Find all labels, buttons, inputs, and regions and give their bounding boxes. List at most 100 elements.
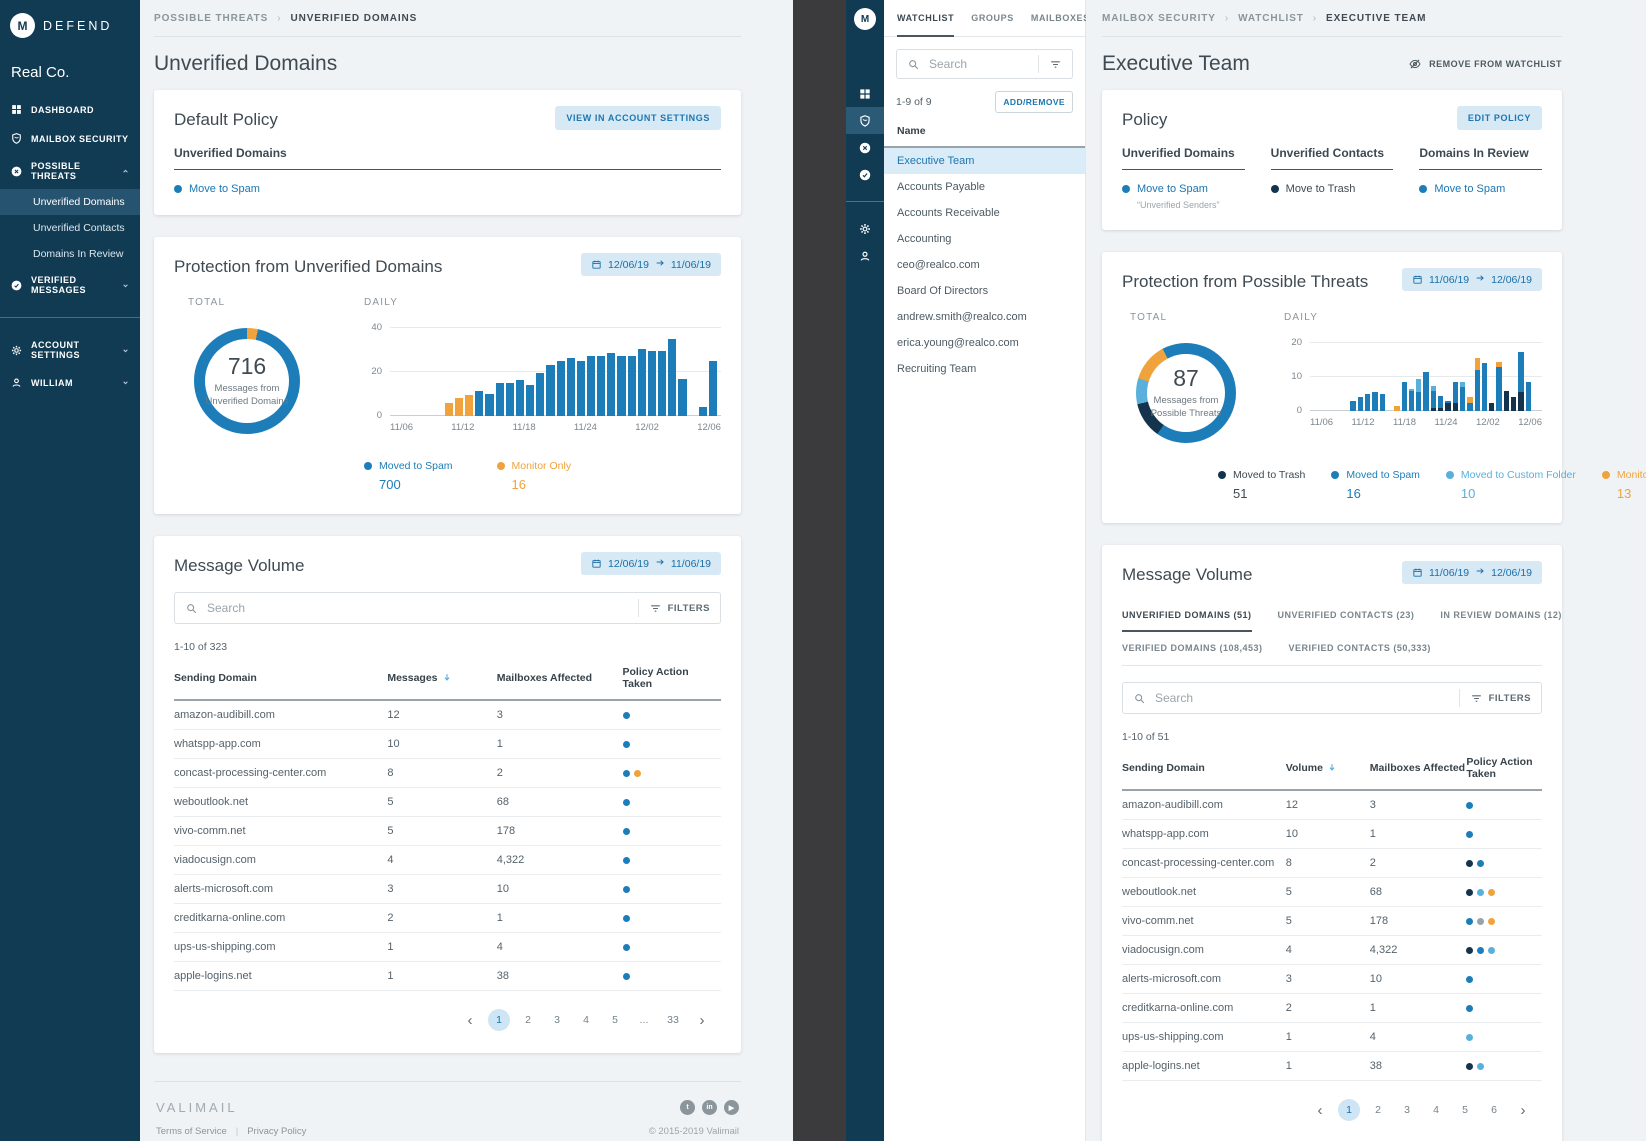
- list-item[interactable]: Executive Team: [884, 148, 1085, 174]
- tab-watchlist[interactable]: WATCHLIST: [897, 0, 954, 37]
- table-row[interactable]: ups-us-shipping.com14: [1122, 1023, 1542, 1052]
- sidebar-item-possible-threats[interactable]: POSSIBLE THREATS: [0, 153, 140, 189]
- grid-icon[interactable]: [846, 80, 884, 107]
- shield-icon[interactable]: [846, 107, 884, 134]
- tab-groups[interactable]: GROUPS: [971, 0, 1014, 37]
- list-item[interactable]: Recruiting Team: [884, 356, 1085, 382]
- search-input[interactable]: [207, 601, 628, 615]
- table-row[interactable]: weboutlook.net568: [174, 788, 721, 817]
- sidebar-subitem[interactable]: Domains In Review: [0, 241, 140, 267]
- x-circle-icon[interactable]: [846, 134, 884, 161]
- page-button-5[interactable]: 5: [1454, 1099, 1476, 1121]
- remove-from-watchlist-button[interactable]: REMOVE FROM WATCHLIST: [1408, 57, 1562, 71]
- column-header-volume[interactable]: Volume: [1286, 747, 1370, 790]
- column-header-sending-domain: Sending Domain: [1122, 747, 1286, 790]
- table-row[interactable]: alerts-microsoft.com310: [174, 875, 721, 904]
- person-icon[interactable]: [846, 242, 884, 269]
- list-item[interactable]: Accounting: [884, 226, 1085, 252]
- page-button-6[interactable]: 6: [1483, 1099, 1505, 1121]
- list-item[interactable]: erica.young@realco.com: [884, 330, 1085, 356]
- page-button-3[interactable]: 3: [546, 1009, 568, 1031]
- edit-policy-button[interactable]: EDIT POLICY: [1457, 106, 1542, 130]
- page-button-4[interactable]: 4: [575, 1009, 597, 1031]
- previous-page-button[interactable]: ‹: [459, 1009, 481, 1031]
- youtube-icon[interactable]: ▶: [724, 1100, 739, 1115]
- page-button-33[interactable]: 33: [662, 1009, 684, 1031]
- table-row[interactable]: viadocusign.com44,322: [1122, 936, 1542, 965]
- list-item[interactable]: Board Of Directors: [884, 278, 1085, 304]
- gear-icon[interactable]: [846, 215, 884, 242]
- table-row[interactable]: alerts-microsoft.com310: [1122, 965, 1542, 994]
- sidebar-subitem[interactable]: Unverified Domains: [0, 189, 140, 215]
- date-range-picker[interactable]: 11/06/19 12/06/19: [1402, 561, 1542, 584]
- list-item[interactable]: ceo@realco.com: [884, 252, 1085, 278]
- date-range-picker[interactable]: 11/06/19 12/06/19: [1402, 268, 1542, 291]
- breadcrumb-item[interactable]: EXECUTIVE TEAM: [1326, 13, 1426, 24]
- sidebar-item-dashboard[interactable]: DASHBOARD: [0, 95, 140, 124]
- bar: [485, 328, 493, 416]
- page-button-2[interactable]: 2: [1367, 1099, 1389, 1121]
- tab-mailboxes[interactable]: MAILBOXES: [1031, 0, 1090, 37]
- filters-button[interactable]: FILTERS: [1470, 692, 1531, 705]
- table-row[interactable]: viadocusign.com44,322: [174, 846, 721, 875]
- table-row[interactable]: whatspp-app.com101: [1122, 820, 1542, 849]
- sidebar-subitem[interactable]: Unverified Contacts: [0, 215, 140, 241]
- tab-unverified-contacts-23-[interactable]: UNVERIFIED CONTACTS (23): [1278, 599, 1415, 632]
- linkedin-icon[interactable]: in: [702, 1100, 717, 1115]
- table-row[interactable]: ups-us-shipping.com14: [174, 933, 721, 962]
- check-circle-icon[interactable]: [846, 161, 884, 188]
- page-button-5[interactable]: 5: [604, 1009, 626, 1031]
- breadcrumb-separator: ›: [1225, 13, 1229, 24]
- twitter-icon[interactable]: t: [680, 1100, 695, 1115]
- table-row[interactable]: concast-processing-center.com82: [174, 759, 721, 788]
- tab-in-review-domains-12-[interactable]: IN REVIEW DOMAINS (12): [1440, 599, 1562, 632]
- tab-verified-domains-108-453-[interactable]: VERIFIED DOMAINS (108,453): [1122, 632, 1263, 665]
- breadcrumb-item[interactable]: UNVERIFIED DOMAINS: [290, 13, 417, 24]
- page-button-1[interactable]: 1: [488, 1009, 510, 1031]
- sidebar-item-mailbox-security[interactable]: MAILBOX SECURITY: [0, 124, 140, 153]
- table-row[interactable]: apple-logins.net138: [1122, 1052, 1542, 1081]
- page-button-4[interactable]: 4: [1425, 1099, 1447, 1121]
- footer-link[interactable]: Privacy Policy: [247, 1126, 306, 1137]
- table-row[interactable]: vivo-comm.net5178: [174, 817, 721, 846]
- x-tick-label: 11/12: [451, 422, 474, 433]
- add-remove-button[interactable]: ADD/REMOVE: [995, 91, 1073, 113]
- sidebar-item-verified-messages[interactable]: VERIFIED MESSAGES: [0, 267, 140, 303]
- next-page-button[interactable]: ›: [1512, 1099, 1534, 1121]
- date-range-picker[interactable]: 12/06/19 11/06/19: [581, 253, 721, 276]
- search-input[interactable]: [1155, 691, 1449, 705]
- view-in-account-settings-button[interactable]: VIEW IN ACCOUNT SETTINGS: [555, 106, 721, 130]
- table-row[interactable]: apple-logins.net138: [174, 962, 721, 991]
- table-row[interactable]: amazon-audibill.com123: [1122, 790, 1542, 820]
- date-range-picker[interactable]: 12/06/19 11/06/19: [581, 552, 721, 575]
- tab-unverified-domains-51-[interactable]: UNVERIFIED DOMAINS (51): [1122, 599, 1252, 632]
- page-button-1[interactable]: 1: [1338, 1099, 1360, 1121]
- page-button-3[interactable]: 3: [1396, 1099, 1418, 1121]
- breadcrumb-item[interactable]: WATCHLIST: [1238, 13, 1304, 24]
- table-row[interactable]: whatspp-app.com101: [174, 730, 721, 759]
- table-row[interactable]: weboutlook.net568: [1122, 878, 1542, 907]
- table-row[interactable]: vivo-comm.net5178: [1122, 907, 1542, 936]
- watchlist-search-input[interactable]: [929, 57, 1028, 71]
- table-row[interactable]: creditkarna-online.com21: [1122, 994, 1542, 1023]
- next-page-button[interactable]: ›: [691, 1009, 713, 1031]
- table-row[interactable]: creditkarna-online.com21: [174, 904, 721, 933]
- breadcrumb-item[interactable]: POSSIBLE THREATS: [154, 13, 268, 24]
- list-item[interactable]: andrew.smith@realco.com: [884, 304, 1085, 330]
- sidebar-item-william[interactable]: WILLIAM: [0, 368, 140, 397]
- sidebar-item-account-settings[interactable]: ACCOUNT SETTINGS: [0, 332, 140, 368]
- watchlist-filter-button[interactable]: [1049, 58, 1062, 71]
- page-button-2[interactable]: 2: [517, 1009, 539, 1031]
- tab-verified-contacts-50-333-[interactable]: VERIFIED CONTACTS (50,333): [1289, 632, 1431, 665]
- footer-link[interactable]: Terms of Service: [156, 1126, 227, 1137]
- table-row[interactable]: concast-processing-center.com82: [1122, 849, 1542, 878]
- table-row[interactable]: amazon-audibill.com123: [174, 700, 721, 730]
- column-header-messages[interactable]: Messages: [387, 657, 496, 700]
- page-footer: VALIMAIL tin▶ Terms of Service|Privacy P…: [154, 1081, 741, 1141]
- list-item[interactable]: Accounts Payable: [884, 174, 1085, 200]
- daily-bar-chart: [390, 328, 721, 416]
- previous-page-button[interactable]: ‹: [1309, 1099, 1331, 1121]
- list-item[interactable]: Accounts Receivable: [884, 200, 1085, 226]
- filters-button[interactable]: FILTERS: [649, 602, 710, 615]
- breadcrumb-item[interactable]: MAILBOX SECURITY: [1102, 13, 1216, 24]
